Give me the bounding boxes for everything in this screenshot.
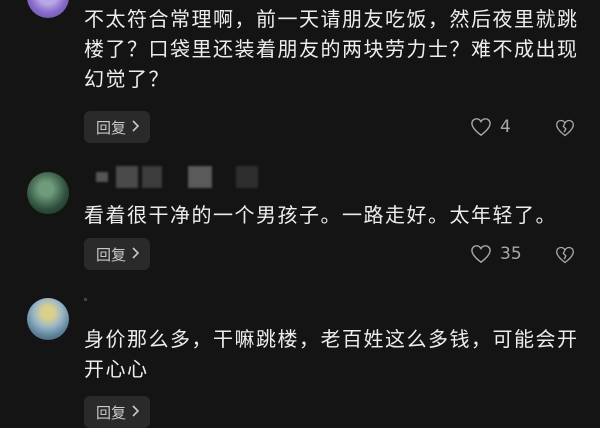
broken-heart-icon[interactable]: [555, 118, 575, 138]
reply-button[interactable]: 回复: [84, 111, 150, 143]
reply-label: 回复: [96, 245, 127, 264]
chevron-right-icon: [132, 247, 140, 259]
comment-text: 看着很干净的一个男孩子。一路走好。太年轻了。: [84, 203, 557, 227]
avatar[interactable]: [27, 0, 69, 18]
username-redacted: [84, 298, 87, 301]
heart-outline-icon: [471, 245, 491, 264]
reply-label: 回复: [96, 403, 127, 422]
comment-text: 不太符合常理啊，前一天请朋友吃饭，然后夜里就跳楼了？口袋里还装着朋友的两块劳力士…: [84, 7, 579, 91]
like-button[interactable]: 4: [470, 117, 511, 137]
broken-heart-icon[interactable]: [555, 245, 575, 265]
avatar[interactable]: [27, 172, 69, 214]
reply-button[interactable]: 回复: [84, 238, 150, 270]
comment-text: 身价那么多，干嘛跳楼，老百姓这么多钱，可能会开开心心: [84, 327, 579, 381]
like-count: 4: [500, 117, 511, 137]
username-redacted: [84, 166, 274, 188]
reply-label: 回复: [96, 118, 127, 137]
chevron-right-icon: [132, 120, 140, 132]
heart-outline-icon: [471, 118, 491, 137]
like-button[interactable]: 35: [470, 244, 522, 264]
like-count: 35: [500, 244, 522, 264]
chevron-right-icon: [132, 405, 140, 417]
avatar[interactable]: [27, 298, 69, 340]
